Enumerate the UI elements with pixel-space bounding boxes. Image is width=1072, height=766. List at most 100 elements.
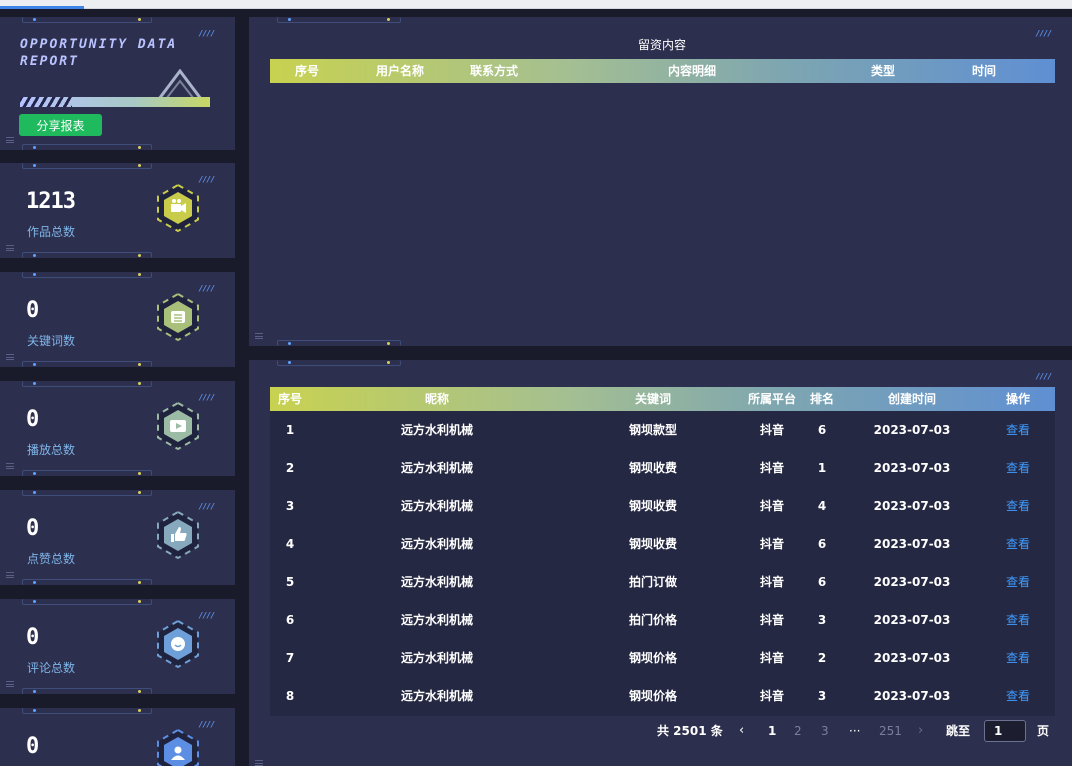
stat-card: ////0 播放总数 (0, 381, 235, 476)
pagination: 共 2501 条 ‹ 1 2 3 ··· 251 › 跳至 页 (0, 720, 1072, 742)
row-keyword: 拍门订做 (628, 575, 678, 589)
card-top-notch (22, 708, 152, 714)
card-bottom-notch (22, 579, 152, 585)
row-keyword: 钢坝款型 (628, 423, 678, 437)
card-top-notch (22, 163, 152, 169)
table-row: 4 远方水利机械 钢坝收费 抖音 6 2023-07-03 查看 (270, 525, 1055, 563)
active-tab-indicator (0, 6, 84, 9)
card-grip-icon (6, 681, 14, 687)
report-title-bar (20, 97, 210, 107)
pagination-total: 共 2501 条 (657, 724, 723, 738)
stat-card: ////0 评论总数 (0, 599, 235, 694)
card-top-notch (22, 381, 152, 387)
list-icon (157, 292, 199, 342)
keyword-header-action: 操作 (1005, 392, 1031, 406)
card-bottom-notch (22, 252, 152, 258)
keyword-header-created: 创建时间 (887, 392, 937, 406)
pagination-page-3[interactable]: 3 (821, 720, 829, 742)
stat-value: 0 (26, 298, 39, 323)
stat-label: 播放总数 (27, 443, 76, 457)
stat-label: 点赞总数 (27, 552, 76, 566)
stat-value: 0 (26, 516, 39, 541)
row-index: 1 (285, 423, 295, 437)
stat-value: 1213 (26, 189, 76, 214)
view-link[interactable]: 查看 (1006, 601, 1030, 639)
row-created: 2023-07-03 (873, 651, 951, 665)
pagination-jump-input[interactable] (984, 720, 1026, 742)
table-row: 8 远方水利机械 钢坝价格 抖音 3 2023-07-03 查看 (270, 677, 1055, 715)
pagination-prev-button[interactable]: ‹ (739, 720, 744, 742)
row-created: 2023-07-03 (873, 499, 951, 513)
card-top-notch (22, 272, 152, 278)
pagination-page-2[interactable]: 2 (794, 720, 802, 742)
view-link[interactable]: 查看 (1006, 449, 1030, 487)
row-nickname: 远方水利机械 (400, 423, 474, 437)
row-index: 5 (285, 575, 295, 589)
stat-card: ////0 关键词数 (0, 272, 235, 367)
table-row: 3 远方水利机械 钢坝收费 抖音 4 2023-07-03 查看 (270, 487, 1055, 525)
pagination-page-1[interactable]: 1 (768, 720, 776, 742)
card-bottom-notch (22, 470, 152, 476)
row-platform: 抖音 (759, 537, 785, 551)
card-grip-icon (6, 354, 14, 360)
row-keyword: 钢坝价格 (628, 689, 678, 703)
report-title-card: //// OPPORTUNITY DATA REPORT 分享报表 (0, 17, 235, 150)
chat-icon (157, 619, 199, 669)
pagination-page-last[interactable]: 251 (879, 720, 902, 742)
row-rank: 6 (817, 575, 827, 589)
share-report-button[interactable]: 分享报表 (19, 114, 102, 136)
row-keyword: 钢坝收费 (628, 499, 678, 513)
stat-card: ////1213 作品总数 (0, 163, 235, 258)
corner-slashes: //// (1036, 372, 1052, 381)
table-row: 5 远方水利机械 拍门订做 抖音 6 2023-07-03 查看 (270, 563, 1055, 601)
pagination-jump-label: 跳至 (946, 724, 971, 738)
report-title-line1: OPPORTUNITY DATA (20, 37, 178, 52)
row-keyword: 钢坝收费 (628, 537, 678, 551)
row-rank: 3 (817, 613, 827, 627)
table-row: 7 远方水利机械 钢坝价格 抖音 2 2023-07-03 查看 (270, 639, 1055, 677)
card-grip-icon (6, 463, 14, 469)
row-keyword: 拍门价格 (628, 613, 678, 627)
panel-grip-icon (255, 760, 263, 766)
stat-label: 关键词数 (27, 334, 76, 348)
view-link[interactable]: 查看 (1006, 639, 1030, 677)
corner-slashes: //// (1036, 29, 1052, 38)
row-platform: 抖音 (759, 499, 785, 513)
pagination-next-button[interactable]: › (918, 720, 923, 742)
row-keyword: 钢坝收费 (628, 461, 678, 475)
leads-header-username: 用户名称 (375, 64, 425, 78)
view-link[interactable]: 查看 (1006, 487, 1030, 525)
view-link[interactable]: 查看 (1006, 563, 1030, 601)
view-link[interactable]: 查看 (1006, 677, 1030, 715)
browser-top-bar (0, 0, 1072, 9)
row-created: 2023-07-03 (873, 689, 951, 703)
row-rank: 6 (817, 423, 827, 437)
leads-header-contact: 联系方式 (469, 64, 519, 78)
panel-grip-icon (255, 333, 263, 339)
pagination-ellipsis[interactable]: ··· (849, 720, 860, 742)
stat-card: ////0 点赞总数 (0, 490, 235, 585)
card-bottom-notch (22, 144, 152, 150)
stat-label: 评论总数 (27, 661, 76, 675)
view-link[interactable]: 查看 (1006, 525, 1030, 563)
row-platform: 抖音 (759, 689, 785, 703)
card-grip-icon (6, 137, 14, 143)
row-nickname: 远方水利机械 (400, 461, 474, 475)
video-camera-icon (157, 183, 199, 233)
panel-bottom-notch (277, 340, 401, 346)
table-row: 1 远方水利机械 钢坝款型 抖音 6 2023-07-03 查看 (270, 411, 1055, 449)
report-title-line2: REPORT (20, 54, 79, 69)
row-rank: 3 (817, 689, 827, 703)
row-rank: 1 (817, 461, 827, 475)
keyword-header-index: 序号 (277, 392, 303, 406)
keyword-header-rank: 排名 (809, 392, 835, 406)
row-index: 4 (285, 537, 295, 551)
pagination-page-unit: 页 (1037, 724, 1050, 738)
card-top-notch (22, 17, 152, 23)
row-nickname: 远方水利机械 (400, 537, 474, 551)
card-grip-icon (6, 245, 14, 251)
row-platform: 抖音 (759, 651, 785, 665)
row-platform: 抖音 (759, 423, 785, 437)
card-bottom-notch (22, 688, 152, 694)
view-link[interactable]: 查看 (1006, 411, 1030, 449)
